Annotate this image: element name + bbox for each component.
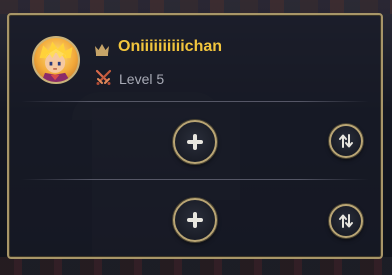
crown-icon	[95, 44, 109, 56]
player-row: Oniiiiiiiiiichan Level 5	[32, 36, 362, 96]
swap-button-1[interactable]	[329, 124, 363, 158]
crossed-swords-icon	[95, 69, 112, 85]
swap-arrows-icon	[339, 134, 353, 148]
swap-button-2[interactable]	[329, 204, 363, 238]
swap-arrows-icon	[339, 214, 353, 228]
background-floor	[0, 257, 392, 275]
player-name: Oniiiiiiiiiichan	[118, 38, 223, 55]
player-avatar[interactable]	[32, 36, 80, 84]
divider	[21, 101, 369, 102]
add-party-member-button-2[interactable]	[173, 198, 217, 242]
add-party-member-button-1[interactable]	[173, 120, 217, 164]
player-level: Level 5	[119, 71, 165, 87]
divider	[21, 179, 369, 180]
party-panel: Oniiiiiiiiiichan Level 5	[7, 13, 383, 259]
background-banner	[0, 0, 392, 14]
avatar-portrait-icon	[39, 41, 73, 82]
